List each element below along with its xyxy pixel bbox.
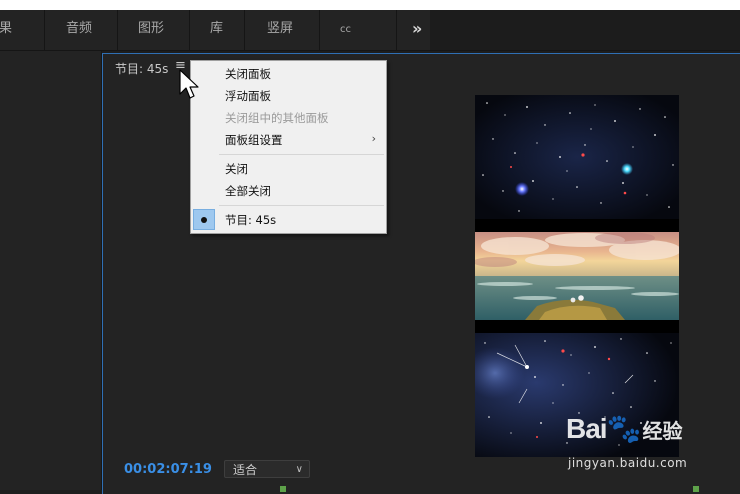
submenu-arrow-icon: › (371, 132, 376, 145)
panel-title[interactable]: 节目: 45s (115, 60, 168, 77)
paw-icon: 🐾 (606, 413, 642, 444)
menu-item-float-panel[interactable]: 浮动面板 (225, 88, 271, 104)
menu-separator (219, 205, 384, 206)
video-frame-landscape (475, 232, 679, 320)
panel-context-menu: 关闭面板 浮动面板 关闭组中的其他面板 面板组设置 › 关闭 全部关闭 节目: … (190, 60, 387, 234)
menu-item-close-other-panels: 关闭组中的其他面板 (225, 111, 329, 125)
watermark-url: jingyan.baidu.com (568, 456, 688, 470)
menu-item-program-sequence[interactable]: 节目: 45s (225, 212, 276, 228)
menu-item-close-panel[interactable]: 关闭面板 (225, 66, 271, 82)
menu-item-panel-group-settings[interactable]: 面板组设置 (225, 132, 283, 148)
tab-audio[interactable]: 音频 (66, 10, 92, 50)
window-top-strip (0, 0, 740, 10)
checked-indicator (193, 209, 215, 230)
menu-item-close[interactable]: 关闭 (225, 161, 248, 177)
tab-vertical[interactable]: 竖屏 (267, 10, 293, 50)
tab-overflow-button[interactable]: » (412, 10, 422, 50)
mouse-cursor-icon (179, 69, 199, 99)
video-frame-stars-top (475, 95, 679, 219)
in-point-marker (280, 486, 286, 492)
zoom-fit-select[interactable]: 适合 ∨ (224, 460, 310, 478)
chevron-down-icon: ∨ (295, 464, 303, 475)
menu-separator (219, 154, 384, 155)
menu-item-close-all[interactable]: 全部关闭 (225, 183, 271, 199)
playhead-timecode[interactable]: 00:02:07:19 (124, 462, 212, 477)
left-panel (0, 51, 102, 490)
tab-bar-empty-area (430, 10, 740, 50)
tab-effects[interactable]: 效果 (0, 10, 24, 50)
tab-graphics[interactable]: 图形 (138, 10, 164, 50)
out-point-marker (693, 486, 699, 492)
tab-libraries[interactable]: 库 (210, 10, 223, 50)
radio-dot-icon (201, 217, 207, 223)
video-preview (475, 95, 679, 457)
baidu-watermark: Bai🐾 经验 (566, 413, 683, 444)
tab-cc[interactable]: cc (340, 11, 351, 51)
workspace-tab-bar: 效果 音频 图形 库 竖屏 cc » (0, 10, 740, 51)
